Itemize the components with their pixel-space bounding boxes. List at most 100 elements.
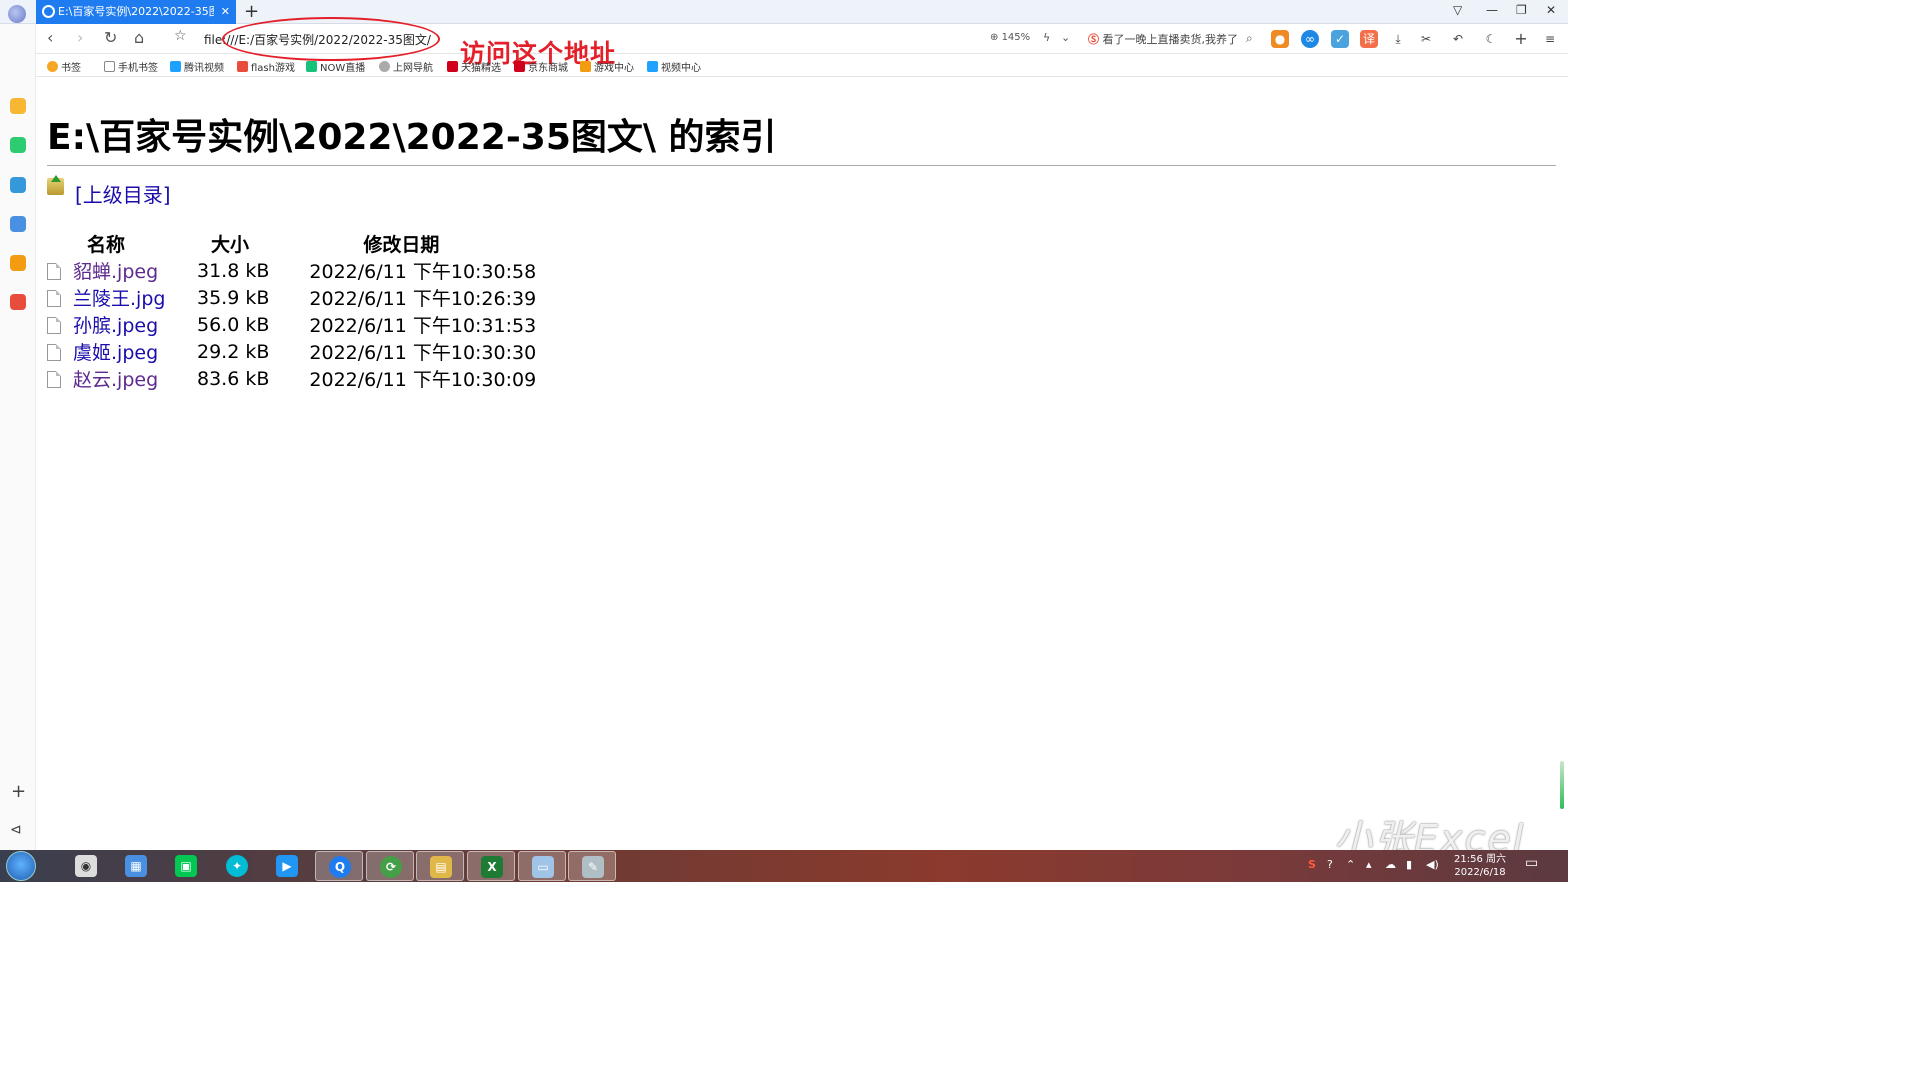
file-link[interactable]: 孙膑.jpeg (73, 315, 158, 337)
cloud-tray-icon[interactable]: ☁ (1385, 858, 1396, 871)
iqiyi-icon: ▣ (175, 855, 197, 877)
search-suggestion: 看了一晚上直播卖货,我养了 (1102, 33, 1239, 46)
back-button[interactable]: ‹ (47, 28, 53, 47)
bookmark-item[interactable]: 书签 (47, 59, 81, 74)
collapse-sidebar-icon[interactable]: ⊲ (10, 822, 22, 838)
restore-button[interactable]: ❐ (1516, 3, 1527, 17)
taskbar-app[interactable]: ✎ (568, 851, 616, 881)
taskbar-app[interactable]: ▦ (112, 851, 160, 881)
infinity-icon[interactable]: ∞ (1301, 30, 1319, 48)
column-header-size[interactable]: 大小 (197, 230, 309, 257)
taskbar-app[interactable]: ▤ (416, 851, 464, 881)
camera-icon[interactable] (10, 294, 26, 310)
chevron-down-icon[interactable]: ⌄ (1061, 31, 1070, 44)
zoom-level[interactable]: ⊕ 145% (990, 32, 1030, 43)
taskbar-app[interactable]: ▣ (162, 851, 210, 881)
tray-chevron-icon[interactable]: ⌃ (1346, 858, 1355, 871)
file-size: 29.2 kB (197, 340, 270, 363)
taskbar-app[interactable]: ◉ (62, 851, 110, 881)
notification-icon[interactable]: ▭ (1525, 855, 1538, 871)
file-link[interactable]: 兰陵王.jpg (73, 288, 165, 310)
bookmark-item[interactable]: 天猫精选 (447, 59, 501, 74)
wechat-icon[interactable] (10, 137, 26, 153)
night-mode-icon[interactable]: ☾ (1482, 30, 1500, 48)
taskbar-app[interactable]: ⟳ (366, 851, 414, 881)
close-window-button[interactable]: ✕ (1546, 3, 1556, 17)
sogou-search-icon: Ⓢ (1088, 33, 1099, 46)
scrollbar-thumb[interactable] (1560, 761, 1564, 809)
shield-icon[interactable]: ✓ (1331, 30, 1349, 48)
bookmark-item[interactable]: 京东商城 (514, 59, 568, 74)
page-content: E:\百家号实例\2022\2022-35图文\ 的索引 [上级目录] 名称 大… (36, 78, 1568, 850)
add-sidebar-icon[interactable]: + (11, 781, 26, 802)
bookmark-item[interactable]: 腾讯视频 (170, 59, 224, 74)
show-hidden-icons[interactable]: ▴ (1366, 858, 1372, 871)
play-icon (170, 61, 181, 72)
home-button[interactable]: ⌂ (134, 28, 144, 47)
bookmark-item[interactable]: 视频中心 (647, 59, 701, 74)
upload-icon[interactable] (10, 177, 26, 193)
wifi-tray-icon[interactable]: ▮ (1406, 858, 1412, 871)
red-ellipse-annotation (222, 17, 440, 61)
taskbar-app[interactable]: Q (315, 851, 363, 881)
tmall-icon (447, 61, 458, 72)
undo-icon[interactable]: ↶ (1449, 30, 1467, 48)
lightning-icon[interactable]: ϟ (1043, 31, 1050, 44)
game-icon (237, 61, 248, 72)
tab-title: E:\百家号实例\2022\2022-35图文\ (58, 5, 214, 18)
cloud-icon[interactable] (10, 216, 26, 232)
new-tab-button[interactable]: + (244, 1, 259, 22)
taskbar-app[interactable]: X (467, 851, 515, 881)
bookmark-item[interactable]: 上网导航 (379, 59, 433, 74)
menu-icon[interactable]: ≡ (1541, 30, 1559, 48)
search-sidebar-icon[interactable] (10, 255, 26, 271)
favorite-star-icon[interactable]: ☆ (174, 28, 187, 44)
parent-directory-link[interactable]: [上级目录] (75, 179, 171, 208)
help-tray-icon[interactable]: ? (1327, 858, 1333, 871)
column-header-name[interactable]: 名称 (47, 230, 197, 257)
sogou-tray-icon[interactable]: S (1308, 858, 1316, 871)
search-input[interactable]: Ⓢ 看了一晚上直播卖货,我养了 (1088, 31, 1258, 47)
taskbar-app[interactable]: ✦ (213, 851, 261, 881)
screenshot-scissors-icon[interactable]: ✂ (1417, 30, 1435, 48)
star-icon (47, 61, 58, 72)
tab-bar: E:\百家号实例\2022\2022-35图文\ ✕ + ▽ — ❐ ✕ (0, 0, 1568, 24)
bookmark-item[interactable]: 手机书签 (104, 59, 158, 74)
taskbar-app[interactable]: ▭ (518, 851, 566, 881)
minimize-button[interactable]: — (1486, 3, 1498, 17)
file-modified: 2022/6/11 下午10:26:39 (309, 288, 537, 310)
add-icon[interactable]: + (1512, 30, 1530, 48)
vertical-scrollbar[interactable] (1556, 78, 1568, 850)
forward-button[interactable]: › (77, 28, 83, 47)
column-header-modified[interactable]: 修改日期 (309, 230, 536, 257)
left-sidebar: + ⊲ (0, 24, 36, 850)
file-link[interactable]: 虞姬.jpeg (73, 342, 158, 364)
file-link[interactable]: 赵云.jpeg (73, 369, 158, 391)
notes-icon[interactable] (10, 98, 26, 114)
system-clock[interactable]: 21:56 周六 2022/6/18 (1448, 853, 1512, 879)
browser-icon: Q (329, 856, 351, 878)
divider (47, 165, 1558, 166)
translate-icon[interactable]: 译 (1360, 30, 1378, 48)
file-icon (47, 263, 61, 280)
taskbar-app[interactable]: ▶ (263, 851, 311, 881)
browser-logo-icon[interactable] (8, 5, 26, 23)
bookmark-item[interactable]: NOW直播 (306, 59, 365, 74)
file-modified: 2022/6/11 下午10:30:30 (309, 342, 537, 364)
window-manager-icon: ▦ (125, 855, 147, 877)
active-tab[interactable]: E:\百家号实例\2022\2022-35图文\ ✕ (36, 0, 236, 24)
file-modified: 2022/6/11 下午10:30:09 (309, 369, 537, 391)
bookmark-item[interactable]: flash游戏 (237, 59, 295, 74)
table-row: 孙膑.jpeg 56.0 kB 2022/6/11 下午10:31:53 (47, 311, 536, 338)
game-icon[interactable]: ● (1271, 30, 1289, 48)
tab-close-icon[interactable]: ✕ (221, 0, 230, 24)
volume-tray-icon[interactable]: ◀) (1426, 858, 1439, 871)
reload-button[interactable]: ↻ (104, 28, 117, 47)
skin-icon[interactable]: ▽ (1453, 3, 1462, 17)
bookmark-item[interactable]: 游戏中心 (580, 59, 634, 74)
search-icon[interactable]: ⌕ (1246, 31, 1253, 46)
file-link[interactable]: 貂蝉.jpeg (73, 261, 158, 283)
start-button[interactable] (6, 851, 36, 881)
download-icon[interactable]: ⤓ (1389, 30, 1407, 48)
file-icon (47, 317, 61, 334)
